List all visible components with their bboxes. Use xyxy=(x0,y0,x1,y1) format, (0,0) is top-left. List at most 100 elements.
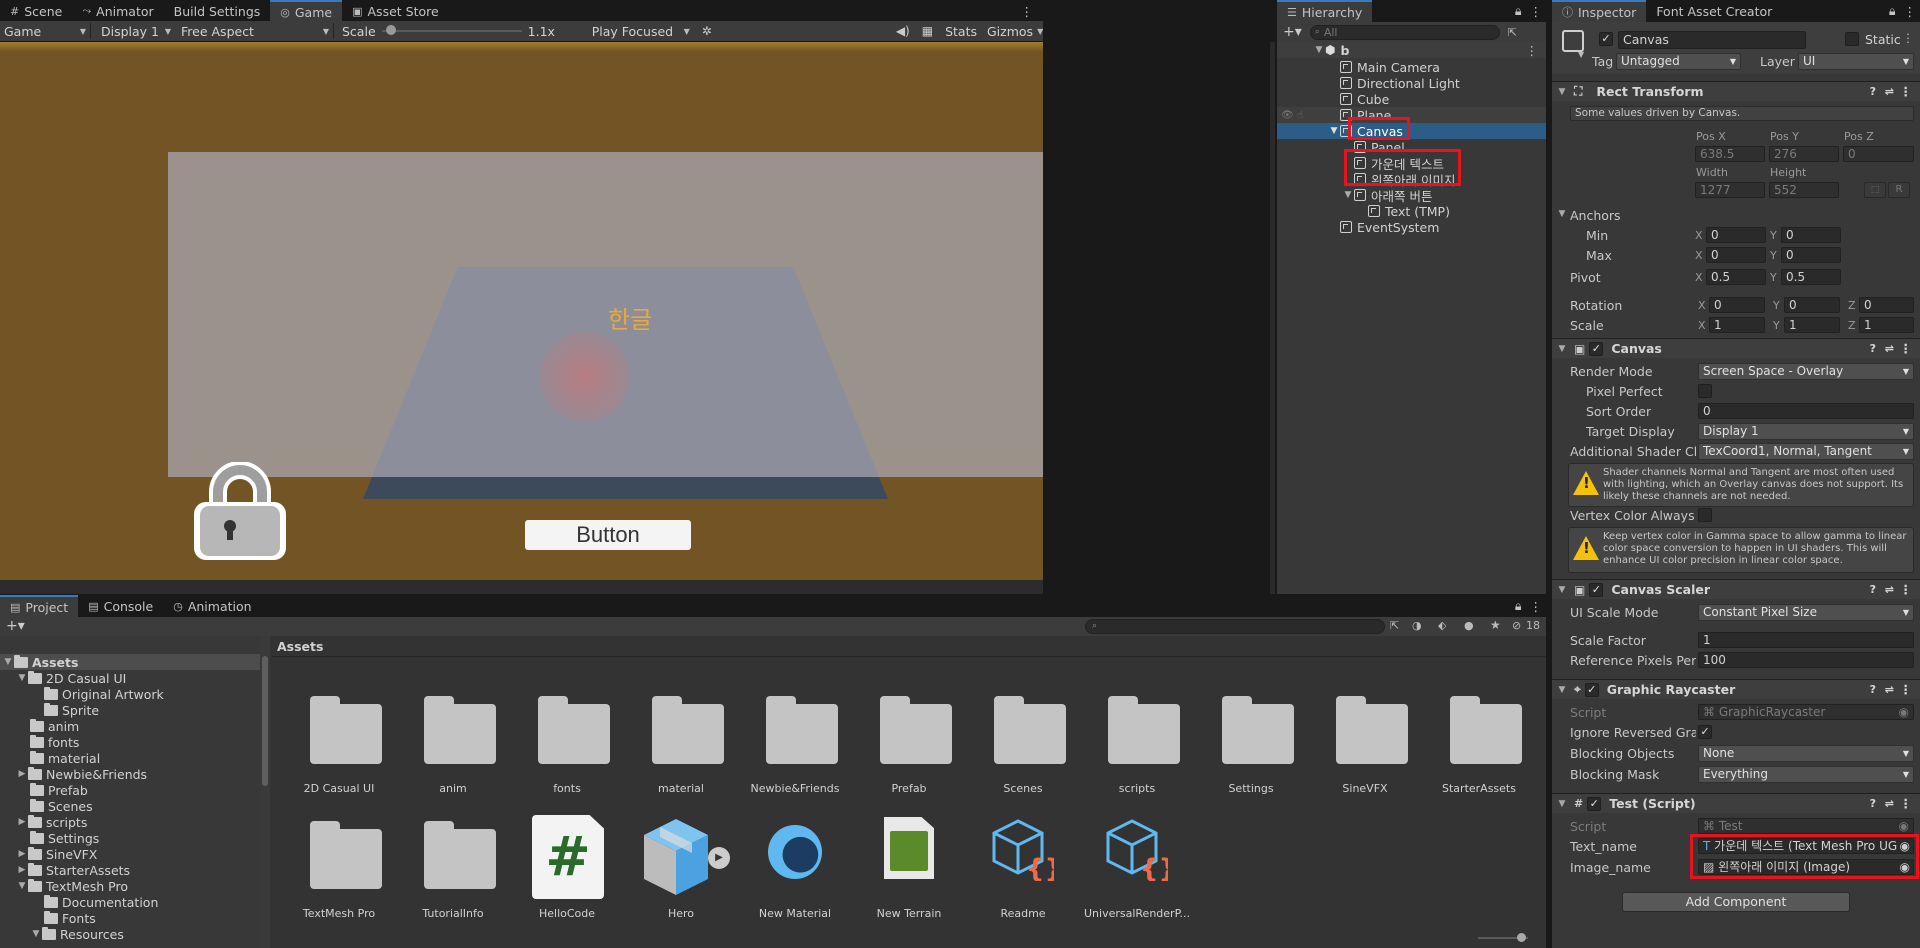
tree-item[interactable]: ▶ StarterAssets xyxy=(0,862,270,878)
object-name-field[interactable]: Canvas xyxy=(1618,31,1806,49)
tab-build-settings[interactable]: Build Settings xyxy=(164,0,271,22)
search-options-icon[interactable]: ⇱ xyxy=(1508,26,1517,39)
project-lock-icon[interactable]: 🔒︎ xyxy=(1511,595,1526,617)
tree-item-assets[interactable]: ▼ Assets xyxy=(0,654,270,670)
rotation-z-field[interactable]: 0 xyxy=(1859,297,1914,313)
log-filter-icon[interactable]: ● xyxy=(1464,619,1474,632)
fold-arrow-icon[interactable]: ▼ xyxy=(1556,209,1568,219)
mute-audio-icon[interactable]: ◀) xyxy=(896,24,910,38)
scale-x-field[interactable]: 1 xyxy=(1709,317,1765,333)
filter-by-label-icon[interactable]: ⬖ xyxy=(1438,619,1446,632)
display-dropdown[interactable]: Display 1 ▼ xyxy=(97,22,175,40)
component-menu-icon[interactable]: ⋮ xyxy=(1900,682,1913,697)
help-icon[interactable]: ? xyxy=(1870,683,1876,696)
scale-factor-field[interactable]: 1 xyxy=(1698,632,1914,648)
aspect-dropdown[interactable]: Free Aspect ▼ xyxy=(177,22,333,40)
tab-animation[interactable]: ◷ Animation xyxy=(163,595,261,617)
shader-channels-dropdown[interactable]: TexCoord1, Normal, Tangent ▼ xyxy=(1698,443,1914,460)
hidden-eye-icon[interactable]: ⊘ xyxy=(1512,619,1521,632)
bug-icon[interactable]: ✲ xyxy=(702,24,712,38)
scene-menu-icon[interactable]: ⋮ xyxy=(1526,43,1539,58)
rect-transform-header[interactable]: ▼ ⛶ Rect Transform ? ⇌ ⋮ xyxy=(1552,81,1920,101)
pivot-y-field[interactable]: 0.5 xyxy=(1781,269,1841,285)
preset-icon[interactable]: ⇌ xyxy=(1885,683,1894,696)
help-icon[interactable]: ? xyxy=(1870,342,1876,355)
tree-item[interactable]: fonts xyxy=(0,734,270,750)
icon-dropdown-chevron[interactable]: ▼ xyxy=(1578,50,1584,59)
target-display-dropdown[interactable]: Display 1 ▼ xyxy=(1698,423,1914,440)
game-tab-menu-icon[interactable]: ⋮ xyxy=(1011,0,1044,22)
prefab-play-icon[interactable]: ▶ xyxy=(708,847,730,869)
inspector-lock-icon[interactable]: 🔒︎ xyxy=(1885,0,1900,22)
tab-font-asset-creator[interactable]: Font Asset Creator xyxy=(1646,0,1782,22)
blocking-mask-dropdown[interactable]: Everything ▼ xyxy=(1698,766,1914,783)
search-by-type-icon[interactable]: ⇱ xyxy=(1390,619,1399,632)
tab-asset-store[interactable]: ▣ Asset Store xyxy=(342,0,449,22)
scale-z-field[interactable]: 1 xyxy=(1859,317,1914,333)
icon-size-slider[interactable] xyxy=(1478,933,1528,942)
project-menu-icon[interactable]: ⋮ xyxy=(1526,595,1547,617)
preset-icon[interactable]: ⇌ xyxy=(1885,342,1894,355)
blocking-objects-dropdown[interactable]: None ▼ xyxy=(1698,745,1914,762)
test-script-enabled-checkbox[interactable]: ✓ xyxy=(1587,796,1602,811)
hierarchy-item[interactable]: Directional Light xyxy=(1277,75,1546,91)
canvas-enabled-checkbox[interactable]: ✓ xyxy=(1589,341,1604,356)
game-scrollbar[interactable] xyxy=(1270,42,1275,594)
anchor-min-y-field[interactable]: 0 xyxy=(1781,227,1841,243)
tab-console[interactable]: ▤ Console xyxy=(78,595,163,617)
hierarchy-item-selected[interactable]: ▼ Canvas xyxy=(1277,123,1546,139)
project-search-input[interactable]: ⌕ xyxy=(1085,619,1385,634)
icon-size-slider-thumb[interactable] xyxy=(1517,933,1526,942)
hierarchy-item[interactable]: Main Camera xyxy=(1277,59,1546,75)
grid-icon[interactable]: ▦ xyxy=(922,24,933,38)
bottom-button[interactable]: Button xyxy=(525,520,691,550)
breadcrumb[interactable]: Assets xyxy=(277,639,323,654)
scale-slider-thumb[interactable] xyxy=(385,25,396,35)
component-menu-icon[interactable]: ⋮ xyxy=(1900,84,1913,99)
game-mode-dropdown[interactable]: Game ▼ xyxy=(0,22,90,40)
test-script-header[interactable]: ▼ # ✓ Test (Script) ? ⇌ ⋮ xyxy=(1552,793,1920,813)
component-menu-icon[interactable]: ⋮ xyxy=(1900,341,1913,356)
canvas-component-header[interactable]: ▼ ▣ ✓ Canvas ? ⇌ ⋮ xyxy=(1552,338,1920,358)
tree-item[interactable]: material xyxy=(0,750,270,766)
add-component-button[interactable]: Add Component xyxy=(1622,892,1850,912)
active-checkbox[interactable]: ✓ xyxy=(1599,32,1613,46)
hierarchy-lock-icon[interactable]: 🔒︎ xyxy=(1511,0,1526,22)
gizmos-dropdown[interactable]: Gizmos ▼ xyxy=(983,22,1043,40)
tree-item[interactable]: Prefab xyxy=(0,782,270,798)
tab-inspector[interactable]: ⓘ Inspector xyxy=(1552,0,1647,22)
scale-slider[interactable] xyxy=(381,24,522,38)
tree-item[interactable]: ▼ Resources xyxy=(0,926,270,942)
play-focused-dropdown[interactable]: Play Focused ▼ xyxy=(588,22,694,40)
tree-item[interactable]: ▼ TextMesh Pro xyxy=(0,878,270,894)
help-icon[interactable]: ? xyxy=(1870,797,1876,810)
scene-row[interactable]: ▼ ⬢ b ⋮ xyxy=(1277,42,1546,58)
raycaster-enabled-checkbox[interactable]: ✓ xyxy=(1584,682,1599,697)
preset-icon[interactable]: ⇌ xyxy=(1885,797,1894,810)
static-checkbox[interactable] xyxy=(1845,32,1859,46)
hierarchy-search-input[interactable]: ⌕ All xyxy=(1309,24,1500,40)
hierarchy-menu-icon[interactable]: ⋮ xyxy=(1526,0,1547,22)
tab-game[interactable]: ◎ Game xyxy=(270,0,343,22)
component-menu-icon[interactable]: ⋮ xyxy=(1900,796,1913,811)
tree-scrollbar[interactable] xyxy=(260,636,270,948)
tree-item[interactable]: ▼ 2D Casual UI xyxy=(0,670,270,686)
rotation-y-field[interactable]: 0 xyxy=(1784,297,1840,313)
blueprint-mode-button[interactable]: ⬚ xyxy=(1864,182,1886,198)
raw-edit-button[interactable]: R xyxy=(1888,182,1910,198)
tree-item[interactable]: Documentation xyxy=(0,894,270,910)
tab-project[interactable]: ▤ Project xyxy=(0,595,79,617)
visibility-eye-icon[interactable]: 👁︎ xyxy=(1281,110,1294,121)
tree-item[interactable]: Settings xyxy=(0,830,270,846)
tree-item[interactable]: ▶ SineVFX xyxy=(0,846,270,862)
pivot-x-field[interactable]: 0.5 xyxy=(1706,269,1766,285)
preset-icon[interactable]: ⇌ xyxy=(1885,85,1894,98)
vertex-color-checkbox[interactable] xyxy=(1698,508,1712,522)
favorite-star-icon[interactable]: ★ xyxy=(1490,618,1501,632)
reference-ppu-field[interactable]: 100 xyxy=(1698,652,1914,668)
add-icon[interactable]: +▾ xyxy=(1283,24,1302,40)
tag-dropdown[interactable]: Untagged ▼ xyxy=(1616,53,1741,70)
render-mode-dropdown[interactable]: Screen Space - Overlay ▼ xyxy=(1698,363,1914,380)
create-icon[interactable]: +▾ xyxy=(6,618,25,634)
pixel-perfect-checkbox[interactable] xyxy=(1698,384,1712,398)
